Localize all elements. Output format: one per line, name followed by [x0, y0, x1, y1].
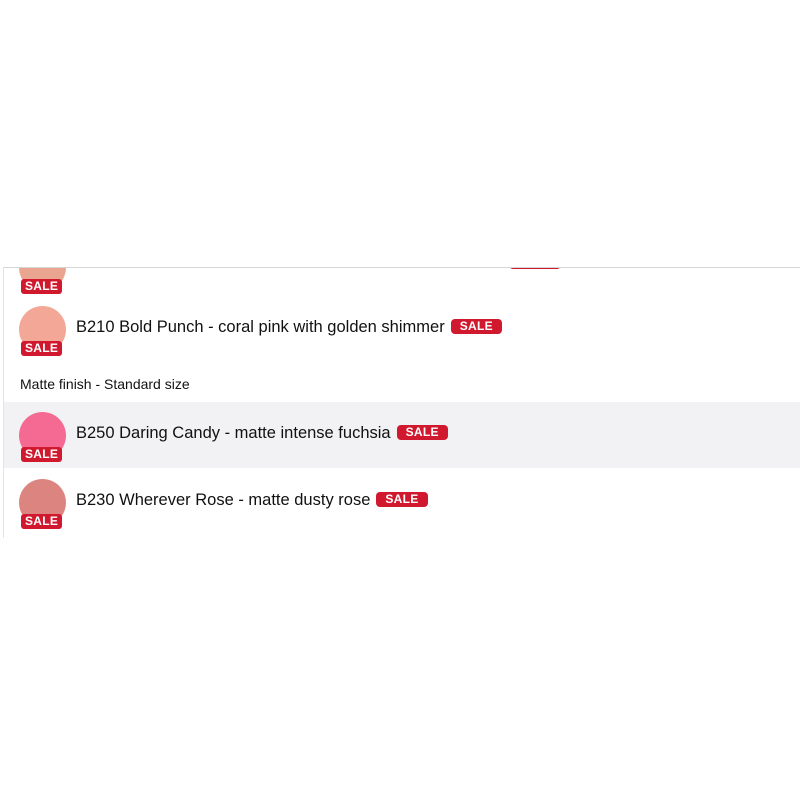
option-label: B210 Bold Punch - coral pink with golden…: [76, 318, 502, 337]
shade-swatch: SALE: [19, 268, 66, 294]
sale-badge: SALE: [376, 492, 428, 507]
sale-badge: SALE: [21, 341, 63, 356]
shade-swatch: SALE: [19, 306, 66, 356]
sale-badge: SALE: [21, 279, 63, 294]
option-label: B230 Wherever Rose - matte dusty rose SAL…: [76, 491, 428, 510]
shade-swatch: SALE: [19, 479, 66, 529]
dropdown-option-b210[interactable]: SALE B210 Bold Punch - coral pink with g…: [4, 296, 800, 362]
dropdown-option-b250[interactable]: SALE B250 Daring Candy - matte intense f…: [4, 402, 800, 468]
shade-swatch: SALE: [19, 412, 66, 462]
sale-badge: SALE: [21, 514, 63, 529]
sale-badge: SALE: [396, 425, 448, 440]
sale-badge: SALE: [450, 319, 502, 334]
option-label: B250 Daring Candy - matte intense fuchsi…: [76, 424, 448, 443]
dropdown-option-b230[interactable]: SALE B230 Wherever Rose - matte dusty ro…: [4, 469, 800, 535]
sale-badge: SALE: [21, 447, 63, 462]
group-header: Matte finish - Standard size: [20, 376, 190, 392]
shade-dropdown-list: SALE SALE B210 Bold Punch - coral pink w…: [3, 267, 800, 538]
sale-badge-cut: [509, 268, 561, 269]
